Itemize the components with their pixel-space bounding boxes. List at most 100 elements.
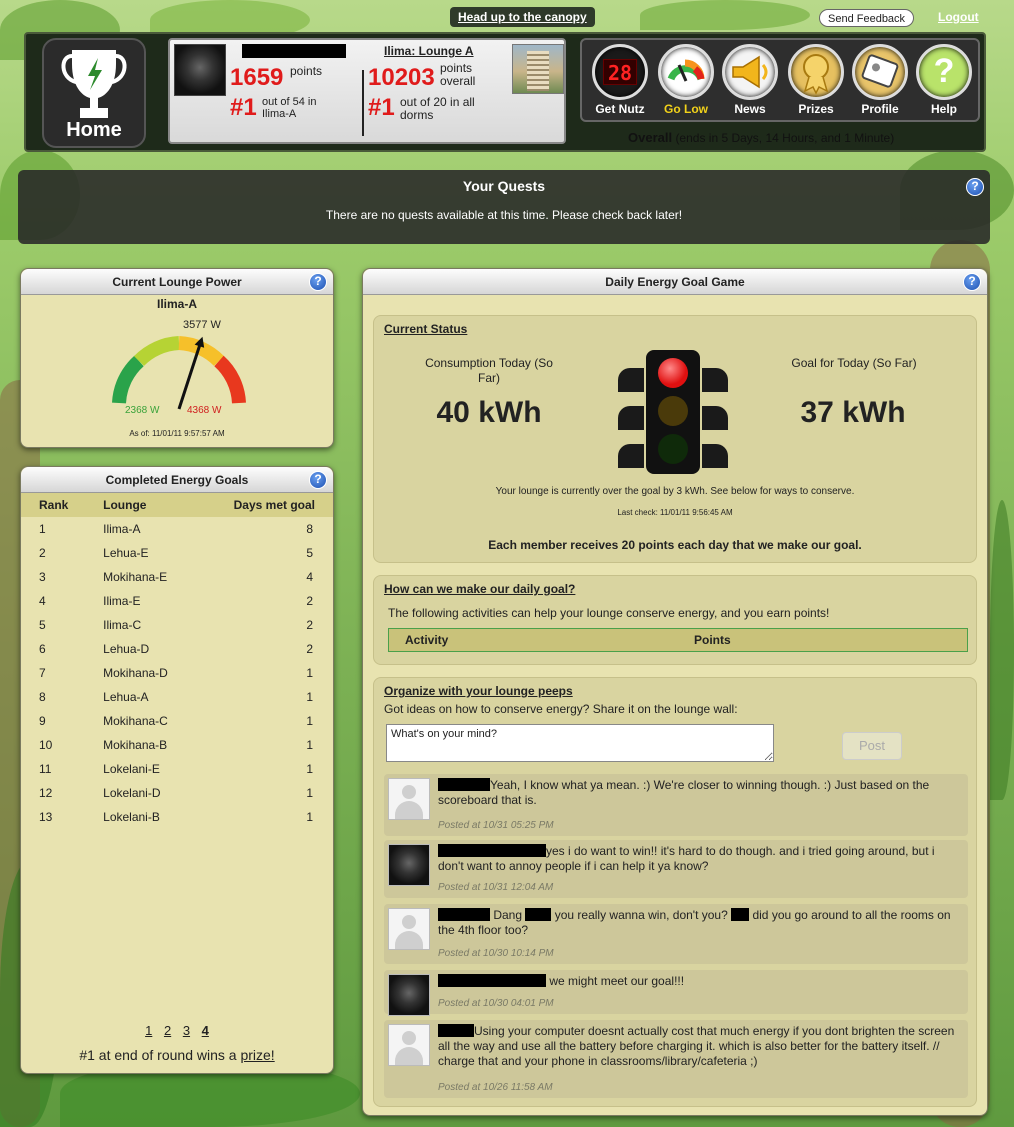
wall-post-input[interactable]: What's on your mind? — [386, 724, 774, 762]
lounge-power-widget: Current Lounge Power ? Ilima-A 3577 W 23… — [20, 268, 334, 448]
default-avatar[interactable] — [388, 908, 430, 950]
cell-days: 4 — [306, 570, 313, 584]
user-rank-label: out of 54 in Ilima-A — [262, 96, 317, 120]
quests-panel: Your Quests There are no quests availabl… — [18, 170, 990, 244]
cell-days: 1 — [306, 786, 313, 800]
organize-card: Organize with your lounge peeps Got idea… — [373, 677, 977, 1107]
scoreboard-divider — [362, 70, 364, 136]
cell-rank: 13 — [39, 810, 53, 824]
page-2[interactable]: 2 — [164, 1023, 171, 1038]
comment-body: Yeah, I know what ya mean. :) We're clos… — [438, 778, 930, 807]
cell-days: 1 — [306, 738, 313, 752]
lounge-power-timestamp: As of: 11/01/11 9:57:57 AM — [129, 429, 225, 438]
nav-get-nutz[interactable]: 28 Get Nutz — [590, 44, 650, 116]
nav-label-get-nutz: Get Nutz — [595, 102, 645, 116]
counter-icon: 28 — [592, 44, 648, 100]
help-icon[interactable]: ? — [966, 178, 984, 196]
consumption-label: Consumption Today (So Far) — [425, 356, 553, 385]
nav-go-low[interactable]: Go Low — [656, 44, 716, 116]
user-points-label: points — [290, 64, 323, 78]
user-name-redacted — [242, 44, 346, 58]
wall-comment: yes i do want to win!! it's hard to do t… — [384, 840, 968, 898]
help-icon[interactable]: ? — [309, 471, 327, 489]
table-row: 6 Lehua-D 2 — [21, 637, 333, 661]
trophy-icon — [61, 50, 127, 118]
user-avatar[interactable] — [174, 44, 226, 96]
col-points: Points — [678, 629, 967, 651]
nav-label-profile: Profile — [861, 102, 899, 116]
redacted-name — [525, 908, 552, 921]
help-icon[interactable]: ? — [309, 273, 327, 291]
lounge-power-current: 3577 W — [183, 319, 221, 331]
help-icon[interactable]: ? — [963, 273, 981, 291]
pagination: 1 2 3 4 — [21, 1023, 333, 1038]
comment-text: Yeah, I know what ya mean. :) We're clos… — [438, 778, 960, 808]
goal-value: 37 kWh — [800, 396, 906, 429]
table-row: 7 Mokihana-D 1 — [21, 661, 333, 685]
table-row: 11 Lokelani-E 1 — [21, 757, 333, 781]
lounge-power-lounge: Ilima-A — [156, 297, 197, 311]
default-avatar[interactable] — [388, 1024, 430, 1066]
prize-link[interactable]: prize! — [240, 1047, 274, 1063]
cell-lounge: Mokihana-B — [103, 738, 168, 752]
page-3[interactable]: 3 — [183, 1023, 190, 1038]
cell-lounge: Mokihana-E — [103, 570, 168, 584]
cell-days: 1 — [306, 666, 313, 680]
page-1[interactable]: 1 — [145, 1023, 152, 1038]
lounge-rank: #1 — [368, 94, 395, 121]
nav-label-go-low: Go Low — [664, 102, 708, 116]
col-days: Days met goal — [191, 493, 333, 517]
send-feedback-button[interactable]: Send Feedback — [819, 9, 915, 27]
col-activity: Activity — [389, 629, 678, 651]
comment-body-part: you really wanna win, don't you? — [554, 908, 728, 922]
nav-help[interactable]: ? Help — [914, 44, 974, 116]
round-ends: (ends in 5 Days, 14 Hours, and 1 Minute) — [675, 131, 895, 145]
energy-goals-header: Completed Energy Goals ? — [21, 467, 333, 493]
cell-rank: 11 — [39, 762, 52, 776]
prize-note: #1 at end of round wins a prize! — [21, 1047, 333, 1063]
dorm-building-image — [512, 44, 564, 94]
post-button[interactable]: Post — [842, 732, 902, 760]
nav-profile[interactable]: Profile — [850, 44, 910, 116]
user-avatar[interactable] — [388, 844, 430, 886]
make-goal-card: How can we make our daily goal? The foll… — [373, 575, 977, 665]
default-avatar[interactable] — [388, 778, 430, 820]
cell-lounge: Lokelani-D — [103, 786, 161, 800]
canopy-link[interactable]: Head up to the canopy — [450, 7, 595, 27]
lounge-title-link[interactable]: Ilima: Lounge A — [384, 44, 474, 58]
activity-table-wrap: Activity Points — [388, 628, 968, 652]
user-avatar[interactable] — [388, 974, 430, 1016]
nav-label-help: Help — [930, 102, 957, 116]
logout-link[interactable]: Logout — [938, 10, 979, 24]
cell-lounge: Lehua-D — [103, 642, 150, 656]
cell-rank: 9 — [39, 714, 46, 728]
current-status-card: Current Status Consumption Today (So Far… — [373, 315, 977, 563]
quests-title: Your Quests — [462, 178, 546, 194]
table-row: 1 Ilima-A 8 — [21, 517, 333, 541]
wall-comment: Dang you really wanna win, don't you? di… — [384, 904, 968, 964]
cell-rank: 6 — [39, 642, 46, 656]
home-button[interactable]: Home — [42, 38, 146, 148]
wall-comment: we might meet our goal!!! Posted at 10/3… — [384, 970, 968, 1016]
cell-lounge: Ilima-E — [103, 594, 141, 608]
nav-prizes[interactable]: Prizes — [786, 44, 846, 116]
question-icon: ? — [916, 44, 972, 100]
cell-lounge: Ilima-C — [103, 618, 142, 632]
round-name: Overall — [628, 130, 673, 145]
lounge-rank-label: out of 20 in all dorms — [400, 95, 475, 122]
cell-rank: 10 — [39, 738, 53, 752]
nav-news[interactable]: News — [720, 44, 780, 116]
organize-title[interactable]: Organize with your lounge peeps — [384, 684, 573, 698]
organize-desc: Got ideas on how to conserve energy? Sha… — [384, 702, 738, 716]
ribbon-icon — [788, 44, 844, 100]
user-rank: #1 — [230, 94, 257, 121]
cell-lounge: Mokihana-D — [103, 666, 168, 680]
gauge-max: 4368 W — [187, 405, 222, 416]
cell-days: 8 — [306, 522, 313, 536]
make-goal-title[interactable]: How can we make our daily goal? — [384, 582, 575, 596]
cell-days: 5 — [306, 546, 313, 560]
energy-goals-title: Completed Energy Goals — [105, 473, 249, 487]
redacted-name — [438, 1024, 474, 1037]
page-4[interactable]: 4 — [202, 1023, 209, 1038]
comment-text: yes i do want to win!! it's hard to do t… — [438, 844, 960, 874]
